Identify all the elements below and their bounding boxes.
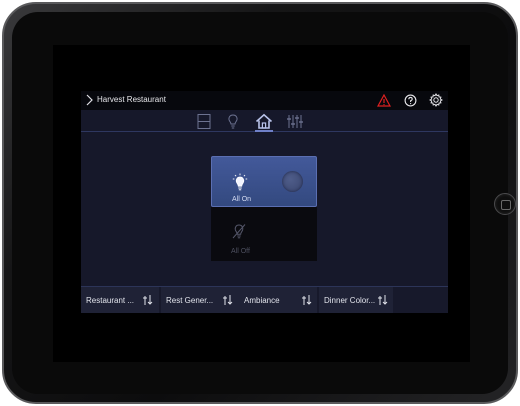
scene-adjust-icon[interactable] — [222, 294, 234, 306]
active-tab-indicator — [255, 130, 273, 132]
scene-adjust-icon[interactable] — [301, 294, 313, 306]
home-button[interactable] — [494, 193, 516, 215]
home-icon — [255, 113, 273, 129]
chevron-right-icon[interactable] — [84, 94, 94, 106]
scene-adjust-icon[interactable] — [142, 294, 154, 306]
tab-controls[interactable] — [286, 113, 304, 130]
scene-label: Restaurant ... — [86, 296, 135, 305]
bulb-on-icon — [232, 173, 248, 191]
all-on-toggle-knob[interactable] — [282, 171, 303, 192]
all-off-label: All Off — [231, 248, 250, 255]
all-off-button[interactable]: All Off — [211, 207, 317, 261]
tab-bar — [81, 110, 448, 132]
scene-item-rest-general[interactable]: Rest Gener... — [161, 287, 239, 313]
panel-icon — [197, 114, 211, 129]
scene-label: Rest Gener... — [166, 296, 214, 305]
gear-icon[interactable] — [429, 93, 443, 107]
scene-item-dinner-color[interactable]: Dinner Color... — [319, 287, 393, 313]
scene-item-restaurant[interactable]: Restaurant ... — [81, 287, 159, 313]
scene-label: Dinner Color... — [324, 296, 376, 305]
scene-label: Ambiance — [244, 296, 280, 305]
page-title: Harvest Restaurant — [97, 95, 166, 104]
tab-home[interactable] — [255, 113, 273, 132]
bulb-icon — [228, 114, 238, 129]
bulb-off-icon — [232, 224, 246, 239]
scene-adjust-icon[interactable] — [377, 294, 389, 306]
sliders-icon — [287, 115, 303, 128]
all-on-button[interactable]: All On — [211, 156, 317, 207]
tab-rooms[interactable] — [195, 113, 213, 130]
all-on-label: All On — [232, 196, 252, 203]
app-window: Harvest Restaurant All On All Off Restau… — [81, 91, 448, 313]
help-icon[interactable] — [404, 94, 417, 107]
top-bar: Harvest Restaurant — [81, 91, 448, 110]
scene-item-ambiance[interactable]: Ambiance — [239, 287, 317, 313]
warning-icon[interactable] — [377, 94, 391, 107]
scene-bar: Restaurant ... Rest Gener... Ambiance Di… — [81, 286, 448, 313]
tab-lighting[interactable] — [224, 113, 242, 130]
